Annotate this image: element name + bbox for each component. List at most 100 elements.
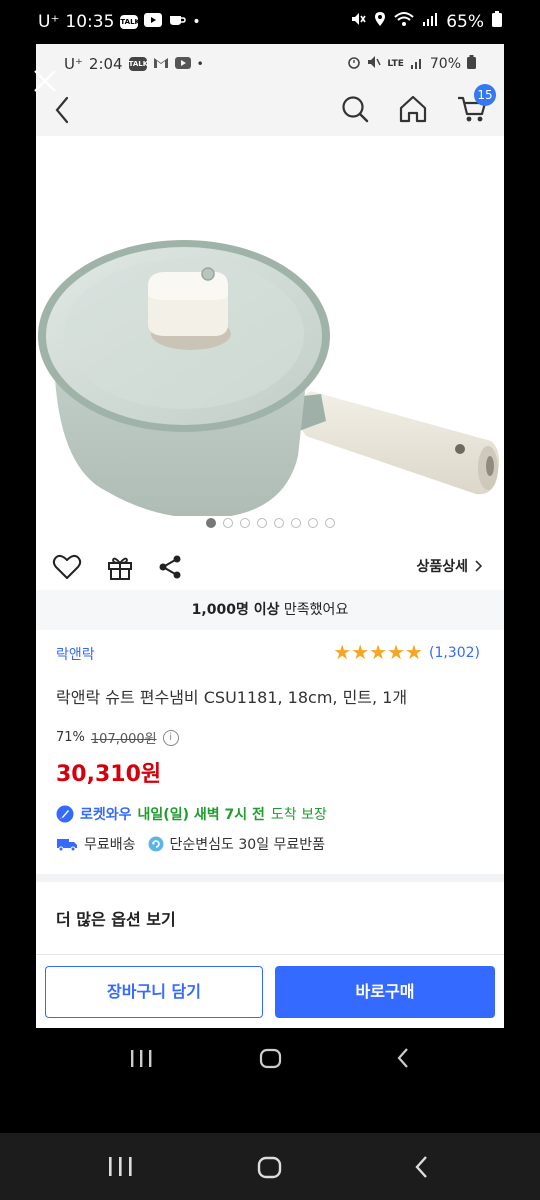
outer-status-bar: U⁺ 10:35 TALK • 65% [0,0,540,44]
signal-icon [410,55,424,73]
cart-count-badge: 15 [474,84,496,106]
more-notifications-dot-icon: • [192,13,201,30]
rocket-delivery-row: 로켓와우 내일(일) 새벽 7시 전 도착 보장 [56,804,327,824]
brand-link[interactable]: 락앤락 [56,644,95,664]
inner-screen: U⁺ 2:04 TALK • LTE 70% 15 상품상세 1,000명 이상… [36,44,504,1028]
location-icon [374,11,386,32]
inner-carrier: U⁺ [64,55,83,73]
rating-stars: ★★★★★ [333,642,423,663]
share-icon [159,555,181,579]
app-bar [36,84,504,136]
purchase-bar: 장바구니 담기 바로구매 [36,954,504,1028]
inner-status-right: LTE 70% [347,55,476,73]
star-icon: ★ [333,640,352,664]
return-policy-label: 단순변심도 30일 무료반품 [169,837,326,853]
add-to-cart-button[interactable]: 장바구니 담기 [45,966,263,1018]
inner-status-left: U⁺ 2:04 TALK • [64,55,204,73]
pagination-dot[interactable] [273,518,284,528]
kakaotalk-icon: TALK [120,14,140,29]
recent-apps-icon [109,1157,132,1176]
pagination-dot[interactable] [222,518,233,528]
satisfaction-suffix: 만족했어요 [283,602,349,618]
rating-link[interactable]: ★★★★★ (1,302) [333,642,480,663]
outer-status-right: 65% [350,11,502,32]
youtube-icon [144,12,163,32]
back-nav-button[interactable] [412,1154,432,1184]
section-divider [36,874,504,882]
star-icon: ★ [405,640,423,664]
original-price: 107,000원 [90,732,157,747]
home-nav-icon [257,1156,282,1179]
inner-status-bar: U⁺ 2:04 TALK • LTE 70% [36,44,504,84]
lte-label: LTE [387,59,404,69]
mute-icon [367,55,381,73]
product-detail-label: 상품상세 [416,559,468,575]
star-icon: ★ [351,640,370,664]
gmail-icon [153,55,169,73]
star-icon: ★ [387,640,406,664]
satisfaction-banner: 1,000명 이상 만족했어요 [36,590,504,630]
recent-apps-button[interactable] [128,1048,154,1074]
home-icon [399,95,427,123]
signal-icon [422,11,438,32]
free-shipping-label: 무료배송 [84,837,136,853]
heart-icon [52,554,82,579]
rocket-suffix: 도착 보장 [270,807,327,823]
outer-carrier: U⁺ [38,11,60,32]
close-icon [34,70,56,92]
product-detail-link[interactable]: 상품상세 [416,556,482,576]
wifi-icon [394,11,414,32]
buy-now-button[interactable]: 바로구매 [275,966,495,1018]
battery-icon [467,55,476,73]
close-button[interactable] [32,68,58,98]
gift-button[interactable] [106,553,134,585]
pagination-dot[interactable] [239,518,250,528]
image-pagination-dots [36,518,504,530]
recent-apps-button[interactable] [106,1155,134,1183]
inner-time: 2:04 [88,55,123,73]
star-icon: ★ [369,640,388,664]
pagination-dot[interactable] [205,518,216,528]
saucepan-image [38,240,500,519]
product-title: 락앤락 슈트 편수냄비 CSU1181, 18cm, 민트, 1개 [56,688,408,707]
pagination-dot[interactable] [324,518,335,528]
pagination-dot[interactable] [290,518,301,528]
back-button[interactable] [54,96,70,128]
home-nav-button[interactable] [259,1047,283,1075]
recent-apps-icon [131,1050,152,1067]
satisfaction-count: 1,000명 이상 [191,602,280,618]
inner-battery-text: 70% [429,56,461,72]
home-nav-button[interactable] [257,1155,283,1185]
product-action-row: 상품상세 [36,544,504,591]
product-image-carousel[interactable] [36,136,504,546]
coffee-icon [168,11,187,32]
shipping-return-row: 무료배송 단순변심도 30일 무료반품 [56,834,325,854]
rocket-date: 내일(일) 새벽 7시 전 [137,807,265,823]
review-count: (1,302) [428,644,480,661]
more-options-link[interactable]: 더 많은 옵션 보기 [56,906,176,930]
back-nav-icon [415,1156,427,1178]
outer-navigation-bar [0,1133,540,1200]
alarm-icon [347,55,361,73]
share-button[interactable] [156,553,184,585]
battery-icon [492,11,502,32]
wishlist-button[interactable] [52,553,82,585]
rocket-name: 로켓와우 [80,807,132,823]
mute-icon [350,11,366,32]
pagination-dot[interactable] [307,518,318,528]
back-nav-icon [397,1048,408,1068]
pagination-dot[interactable] [256,518,267,528]
outer-time: 10:35 [65,11,115,32]
info-icon[interactable]: i [162,729,179,746]
rocket-icon [56,805,74,823]
home-nav-icon [259,1048,282,1069]
outer-status-left: U⁺ 10:35 TALK • [38,11,201,32]
home-button[interactable] [398,94,428,128]
discount-rate: 71% [56,730,85,745]
inner-navigation-bar [0,1028,540,1090]
more-notifications-dot-icon: • [196,57,204,71]
price-info-row: 71% 107,000원 i [56,728,179,747]
search-button[interactable] [340,94,370,128]
back-nav-button[interactable] [394,1046,412,1074]
truck-icon [57,839,77,852]
